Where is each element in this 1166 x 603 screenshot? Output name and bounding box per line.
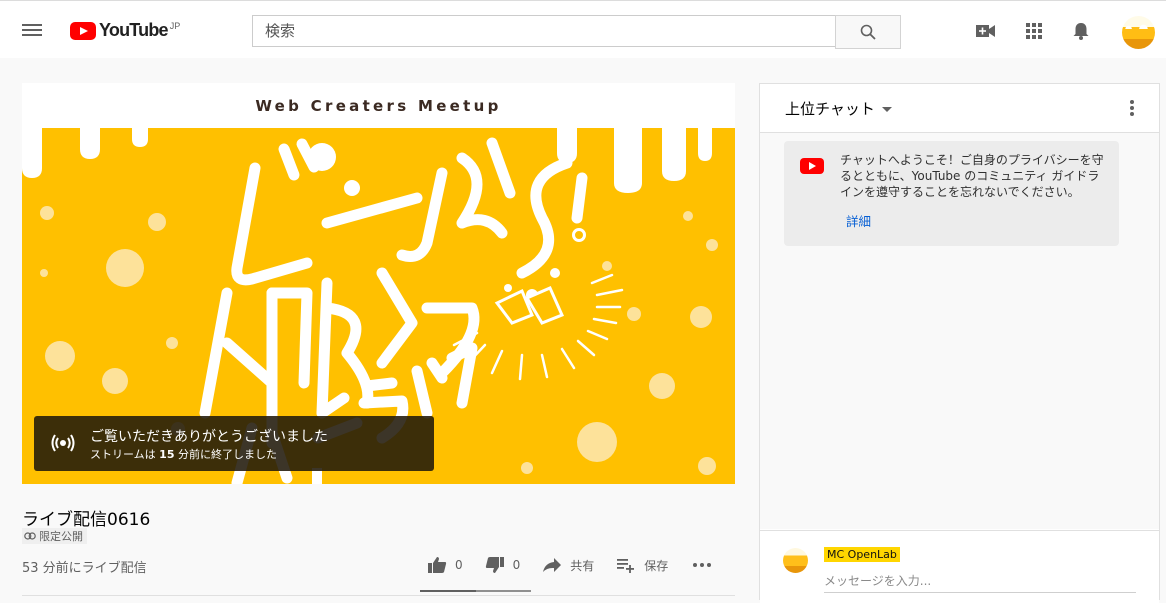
chat-message-input[interactable] [824,570,1136,593]
more-actions-button[interactable] [692,562,712,568]
menu-icon[interactable] [22,21,44,39]
overlay-sub-count: 15 [159,448,175,461]
youtube-icon [800,158,824,174]
dislike-count: 0 [512,558,521,572]
video-title: ライブ配信0616 [22,510,151,530]
search-box [252,15,901,49]
chat-welcome-message: チャットへようこそ！ご自身のプライバシーを守るとともに、YouTube のコミュ… [784,141,1119,246]
like-ratio-fill [420,590,476,592]
apps-grid-icon[interactable] [1024,21,1044,41]
welcome-text: チャットへようこそ！ご自身のプライバシーを守るとともに、YouTube のコミュ… [840,153,1104,199]
link-icon [24,532,36,540]
more-horizontal-icon [693,563,712,567]
more-vertical-icon[interactable] [1129,99,1135,117]
like-button[interactable]: 0 [427,556,463,574]
save-button[interactable]: 保存 [616,557,668,574]
like-ratio-bar [420,590,531,592]
overlay-sub-suffix: 分前に終了しました [177,448,277,461]
chat-mode-label: 上位チャット [785,100,875,118]
logo-region: JP [169,20,181,31]
broadcast-date: 53 分前にライブ配信 [22,561,147,576]
logo-text: YouTube [99,20,169,40]
thumbs-up-icon [428,557,447,573]
dislike-button[interactable]: 0 [485,556,521,574]
save-label: 保存 [644,558,669,573]
share-button[interactable]: 共有 [542,557,594,574]
share-label: 共有 [570,558,595,573]
overlay-sub-prefix: ストリームは [90,448,156,461]
banner-text: Web Creaters Meetup [255,97,502,115]
like-count: 0 [455,558,463,572]
share-icon [543,558,562,572]
youtube-play-icon [70,21,96,40]
search-button[interactable] [835,15,901,49]
search-input[interactable] [252,15,835,47]
masthead: YouTube JP [0,1,1166,58]
video-camera-add-icon[interactable] [975,21,997,41]
caret-down-icon [881,107,892,112]
privacy-label: 限定公開 [39,530,83,543]
overlay-subtitle: ストリームは 15 分前に終了しました [90,446,277,462]
search-icon [860,24,876,40]
overlay-title: ご覧いただきありがとうございました [90,429,328,445]
video-actions: 0 0 共有 保存 [427,556,734,574]
chat-input-area: MC OpenLab [760,530,1159,603]
stream-ended-overlay: ご覧いただきありがとうございました ストリームは 15 分前に終了しました [34,416,434,471]
chat-user-name: MC OpenLab [824,547,900,562]
chat-mode-dropdown[interactable]: 上位チャット [785,98,892,119]
avatar [783,548,808,573]
learn-more-link[interactable]: 詳細 [846,211,871,230]
video-player[interactable]: Web Creaters Meetup ご覧いただきありがとうございました スト… [22,83,735,484]
bell-icon[interactable] [1071,21,1091,41]
avatar[interactable] [1122,16,1155,49]
chat-messages[interactable]: チャットへようこそ！ご自身のプライバシーを守るとともに、YouTube のコミュ… [760,133,1159,529]
player-banner: Web Creaters Meetup [22,83,735,127]
playlist-add-icon [617,559,635,573]
privacy-badge: 限定公開 [22,528,87,544]
live-broadcast-icon [51,434,75,452]
chat-header: 上位チャット [760,84,1159,133]
info-divider [22,595,735,596]
youtube-logo[interactable]: YouTube JP [70,20,180,41]
thumbs-down-icon [485,557,504,573]
live-chat: 上位チャット チャットへようこそ！ご自身のプライバシーを守るとともに、YouTu… [759,83,1160,603]
